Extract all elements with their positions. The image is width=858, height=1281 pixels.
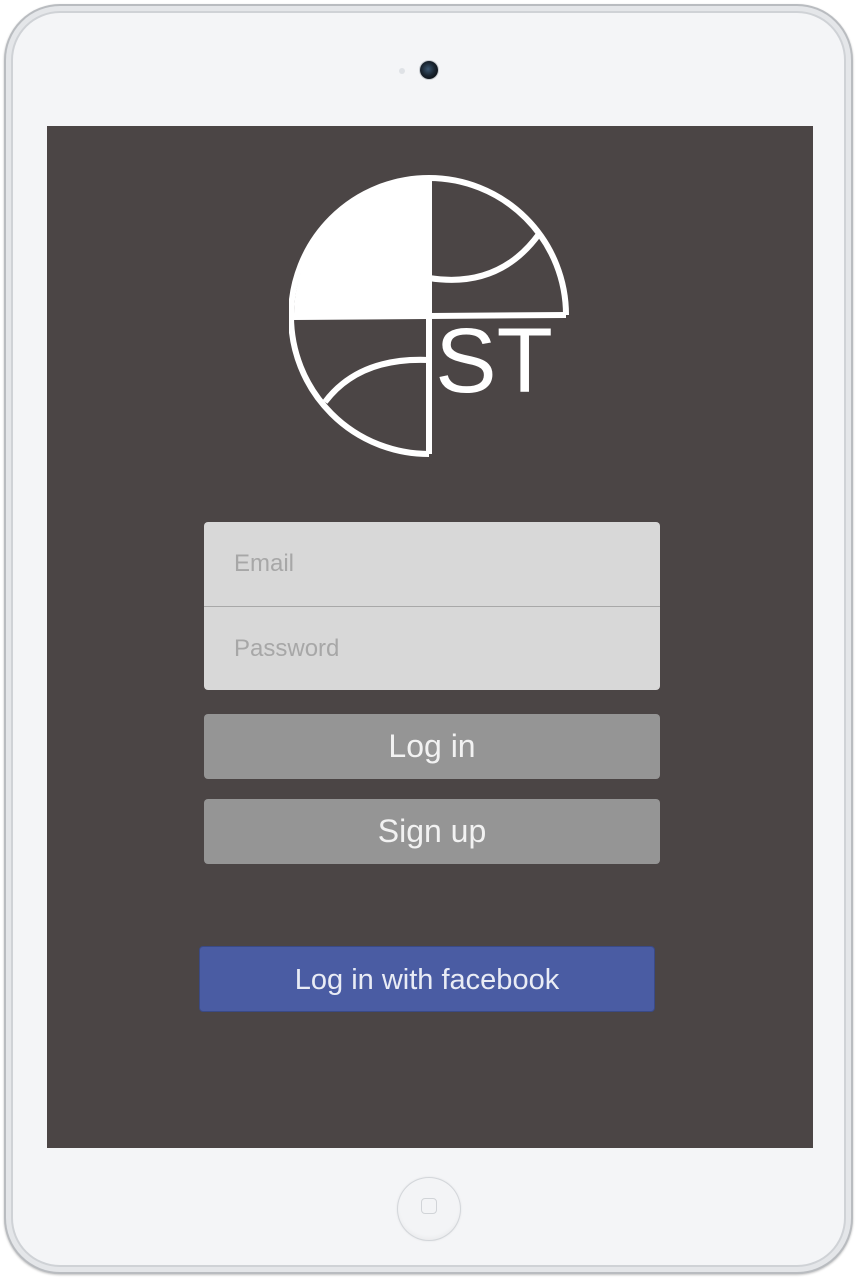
login-form [204, 522, 660, 690]
logo-seam-top-right [428, 232, 542, 283]
signup-button[interactable]: Sign up [204, 799, 660, 864]
password-field[interactable] [204, 607, 660, 690]
front-camera [420, 61, 438, 79]
app-screen: ST Log in Sign up Log in with facebook [47, 126, 813, 1148]
home-square-icon [421, 1198, 437, 1214]
email-field[interactable] [204, 522, 660, 606]
logo-circle-top-right-arc [428, 175, 569, 316]
logo-seam-bottom-left [322, 356, 430, 404]
app-logo: ST [289, 175, 569, 457]
facebook-login-button[interactable]: Log in with facebook [199, 946, 655, 1012]
login-button[interactable]: Log in [204, 714, 660, 779]
front-sensor [399, 68, 405, 74]
logo-text: ST [435, 310, 553, 412]
